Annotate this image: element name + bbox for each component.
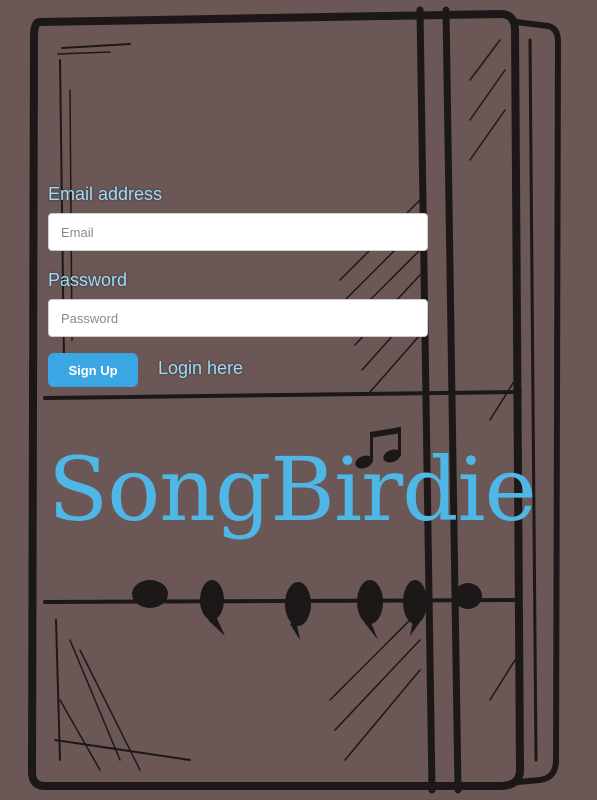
password-label: Password: [48, 270, 128, 290]
login-here-link[interactable]: Login here: [158, 358, 243, 379]
password-input[interactable]: [48, 299, 428, 337]
music-note-icon: [355, 427, 401, 469]
email-label: Email address: [48, 184, 163, 204]
songbirdie-logo: SongBirdie: [48, 438, 537, 541]
email-input[interactable]: [48, 213, 428, 251]
signup-form: Email address Password Sign Up Login her…: [48, 183, 428, 387]
sign-up-button[interactable]: Sign Up: [48, 353, 138, 387]
notebook-sketch-background: [28, 6, 561, 794]
